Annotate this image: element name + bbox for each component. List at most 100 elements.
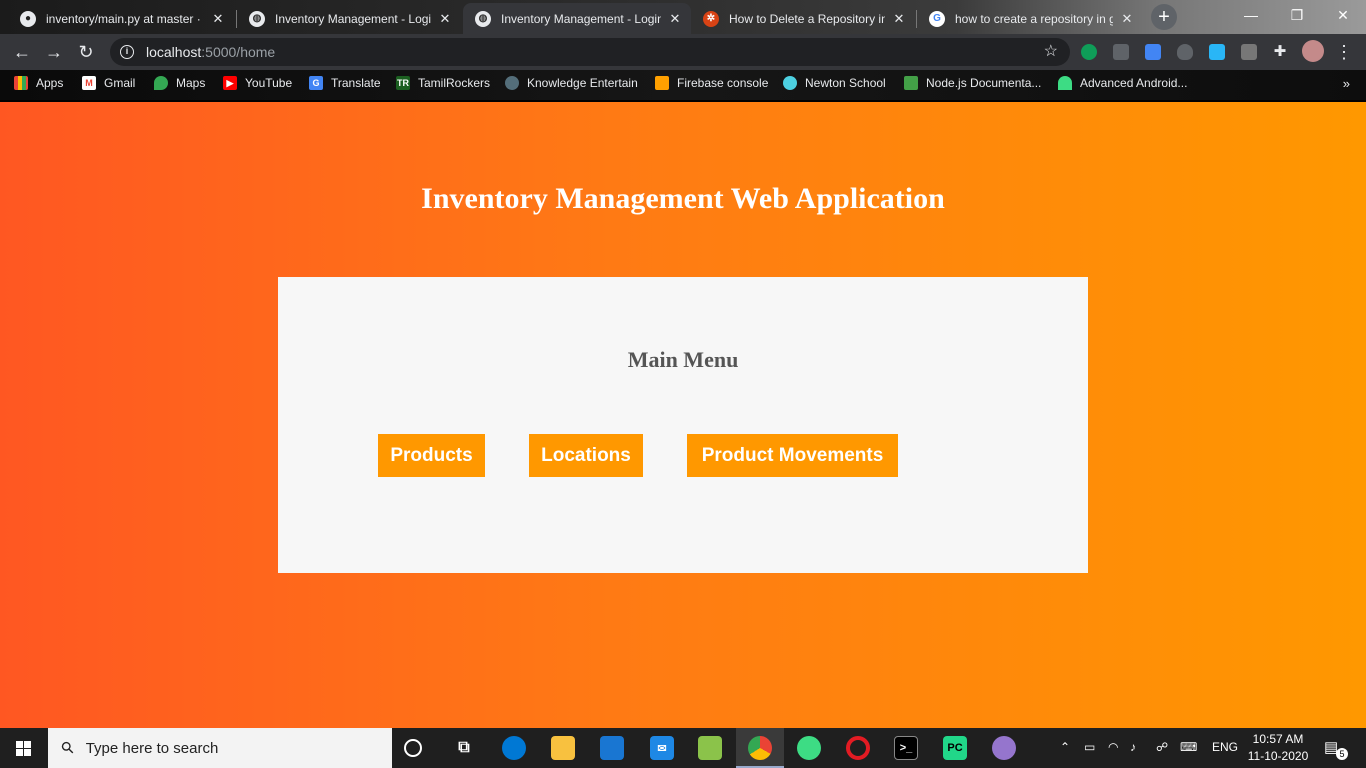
restore-icon[interactable]: ❐ [1274, 0, 1320, 30]
bookmark-nodejs[interactable]: Node.js Documenta... [904, 76, 1041, 90]
edge-icon[interactable] [502, 736, 526, 760]
url-host: localhost [146, 44, 202, 60]
bookmark-youtube[interactable]: ▶ YouTube [223, 76, 292, 90]
github-desktop-icon[interactable] [992, 736, 1016, 760]
search-icon: ⚲ [58, 738, 79, 759]
bookmarks-overflow-icon[interactable]: » [1343, 76, 1350, 91]
bookmark-label: Gmail [104, 76, 136, 90]
bookmark-label: YouTube [245, 76, 293, 90]
network-icon[interactable]: ☍ [1156, 740, 1168, 754]
apps-grid-icon [14, 76, 28, 90]
shield-extension-icon[interactable] [1177, 44, 1193, 60]
notes-app-icon[interactable] [698, 736, 722, 760]
close-icon[interactable]: ✕ [437, 11, 453, 27]
browser-toolbar: ← → ↻ i localhost:5000/home ☆ ✚ ⋮ [0, 34, 1366, 70]
tab-title: inventory/main.py at master · M [46, 11, 204, 26]
tab-delete-repo[interactable]: ✲ How to Delete a Repository in G ✕ [691, 3, 915, 34]
chrome-icon[interactable] [748, 736, 772, 760]
tab-title: Inventory Management - Login [275, 11, 431, 26]
bookmark-star-icon[interactable]: ☆ [1044, 41, 1058, 61]
r-extension-icon[interactable] [1241, 44, 1257, 60]
file-explorer-icon[interactable] [551, 736, 575, 760]
mail-icon[interactable]: ✉ [650, 736, 674, 760]
bookmark-label: Advanced Android... [1080, 76, 1188, 90]
google-icon: G [929, 10, 945, 27]
battery-icon[interactable]: ▭ [1084, 740, 1095, 754]
bookmark-newton[interactable]: Newton School [783, 76, 886, 90]
terminal-icon[interactable]: >_ [894, 736, 918, 760]
close-icon[interactable]: ✕ [667, 11, 683, 27]
browser-tab-strip: ● inventory/main.py at master · M ✕ ◍ In… [0, 0, 1366, 34]
maps-icon [154, 76, 168, 90]
locations-button[interactable]: Locations [529, 434, 643, 477]
bookmark-tamilrockers[interactable]: TR TamilRockers [396, 76, 490, 90]
more-menu-icon[interactable]: ⋮ [1332, 40, 1356, 64]
taskbar-search-input[interactable]: ⚲ Type here to search [48, 728, 392, 768]
new-tab-button[interactable]: + [1151, 4, 1177, 30]
globe-icon: ◍ [249, 10, 265, 27]
keyboard-icon[interactable]: ⌨ [1180, 740, 1197, 754]
close-icon[interactable]: ✕ [210, 11, 226, 27]
tab-title: how to create a repository in gi [955, 11, 1113, 26]
youtube-icon: ▶ [223, 76, 237, 90]
products-button[interactable]: Products [378, 434, 485, 477]
tr-icon: TR [396, 76, 410, 90]
back-arrow-icon[interactable]: ← [10, 40, 34, 64]
tab-github[interactable]: ● inventory/main.py at master · M ✕ [8, 3, 234, 34]
bookmark-firebase[interactable]: Firebase console [655, 76, 768, 90]
bookmark-label: Newton School [805, 76, 886, 90]
tab-inventory-login[interactable]: ◍ Inventory Management - Login ✕ [237, 3, 461, 34]
task-view-icon[interactable]: ⧉ [452, 736, 476, 760]
show-hidden-icons-icon[interactable]: ⌃ [1060, 740, 1070, 754]
language-indicator[interactable]: ENG [1212, 740, 1238, 754]
bookmark-translate[interactable]: G Translate [309, 76, 381, 90]
product-movements-button[interactable]: Product Movements [687, 434, 898, 477]
nodejs-icon [904, 76, 918, 90]
cortana-icon[interactable] [404, 739, 422, 757]
store-icon[interactable] [600, 736, 624, 760]
clock-time[interactable]: 10:57 AM [1250, 732, 1306, 746]
close-icon[interactable]: ✕ [891, 11, 907, 27]
download-extension-icon[interactable] [1113, 44, 1129, 60]
close-window-icon[interactable]: ✕ [1320, 0, 1366, 30]
windows-logo-icon [16, 741, 31, 756]
bookmark-label: TamilRockers [418, 76, 491, 90]
extension-green-icon[interactable] [1081, 44, 1097, 60]
reload-icon[interactable]: ↻ [74, 40, 98, 64]
bookmark-apps[interactable]: Apps [14, 76, 63, 90]
github-icon: ● [20, 10, 36, 27]
clock-date[interactable]: 11-10-2020 [1246, 749, 1310, 763]
android-studio-icon[interactable] [797, 736, 821, 760]
tab-inventory-home-active[interactable]: ◍ Inventory Management - Login ✕ [463, 3, 691, 34]
translate-extension-icon[interactable] [1145, 44, 1161, 60]
close-icon[interactable]: ✕ [1119, 11, 1135, 27]
knowledge-icon [505, 76, 519, 90]
bookmark-label: Maps [176, 76, 206, 90]
windows-start-button[interactable] [0, 728, 48, 768]
pycharm-icon[interactable]: PC [943, 736, 967, 760]
minimize-icon[interactable]: — [1228, 0, 1274, 30]
bookmark-maps[interactable]: Maps [154, 76, 205, 90]
opera-icon[interactable] [846, 736, 870, 760]
avatar[interactable] [1302, 40, 1324, 62]
tab-title: How to Delete a Repository in G [729, 11, 885, 26]
tab-extension-icon[interactable] [1209, 44, 1225, 60]
puzzle-extensions-icon[interactable]: ✚ [1268, 40, 1292, 64]
wifi-icon[interactable]: ◠ [1108, 740, 1118, 754]
volume-icon[interactable]: ♪ [1130, 740, 1136, 754]
bookmark-label: Translate [331, 76, 381, 90]
bookmark-gmail[interactable]: M Gmail [82, 76, 135, 90]
forward-arrow-icon[interactable]: → [42, 40, 66, 64]
bookmark-label: Node.js Documenta... [926, 76, 1042, 90]
bookmark-knowledge[interactable]: Knowledge Entertain [505, 76, 638, 90]
windows-taskbar: ⚲ Type here to search ⧉ ✉ >_ PC ⌃ ▭ ◠ ♪ … [0, 728, 1366, 768]
url-path: :5000/home [201, 44, 276, 60]
tab-create-repo[interactable]: G how to create a repository in gi ✕ [917, 3, 1143, 34]
info-icon[interactable]: i [120, 45, 134, 59]
bookmark-android[interactable]: Advanced Android... [1058, 76, 1187, 90]
globe-icon: ◍ [475, 10, 491, 27]
bookmarks-bar: Apps M Gmail Maps ▶ YouTube G Translate … [0, 70, 1366, 100]
address-bar[interactable]: i localhost:5000/home ☆ [110, 38, 1070, 66]
bookmark-label: Apps [36, 76, 64, 90]
main-menu-card: Main Menu Products Locations Product Mov… [278, 277, 1088, 573]
